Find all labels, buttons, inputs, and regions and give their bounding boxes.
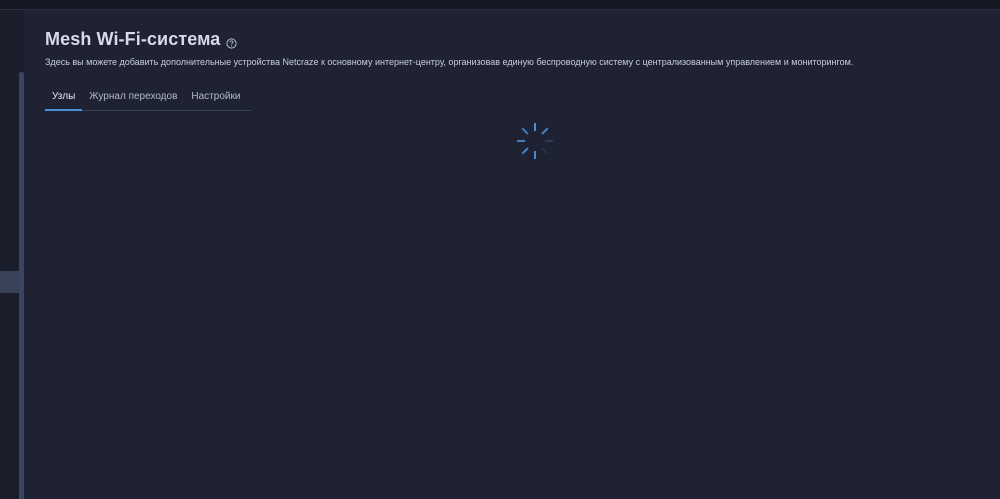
top-bar — [0, 0, 1000, 10]
page-description: Здесь вы можете добавить дополнительные … — [45, 57, 854, 67]
sidebar — [0, 10, 19, 499]
tab-nodes[interactable]: Узлы — [45, 88, 83, 111]
page-title: Mesh Wi-Fi-система — [45, 29, 221, 49]
tab-settings[interactable]: Настройки — [184, 88, 247, 110]
sidebar-item-active[interactable] — [0, 271, 19, 293]
tab-transition-log[interactable]: Журнал переходов — [82, 88, 184, 110]
title-row: Mesh Wi-Fi-система — [45, 29, 238, 50]
main-content: Mesh Wi-Fi-система Здесь вы можете добав… — [24, 10, 1000, 499]
loading-spinner-icon — [515, 121, 555, 161]
help-icon[interactable] — [226, 36, 238, 49]
tab-bar: Узлы Журнал переходов Настройки — [45, 88, 251, 111]
